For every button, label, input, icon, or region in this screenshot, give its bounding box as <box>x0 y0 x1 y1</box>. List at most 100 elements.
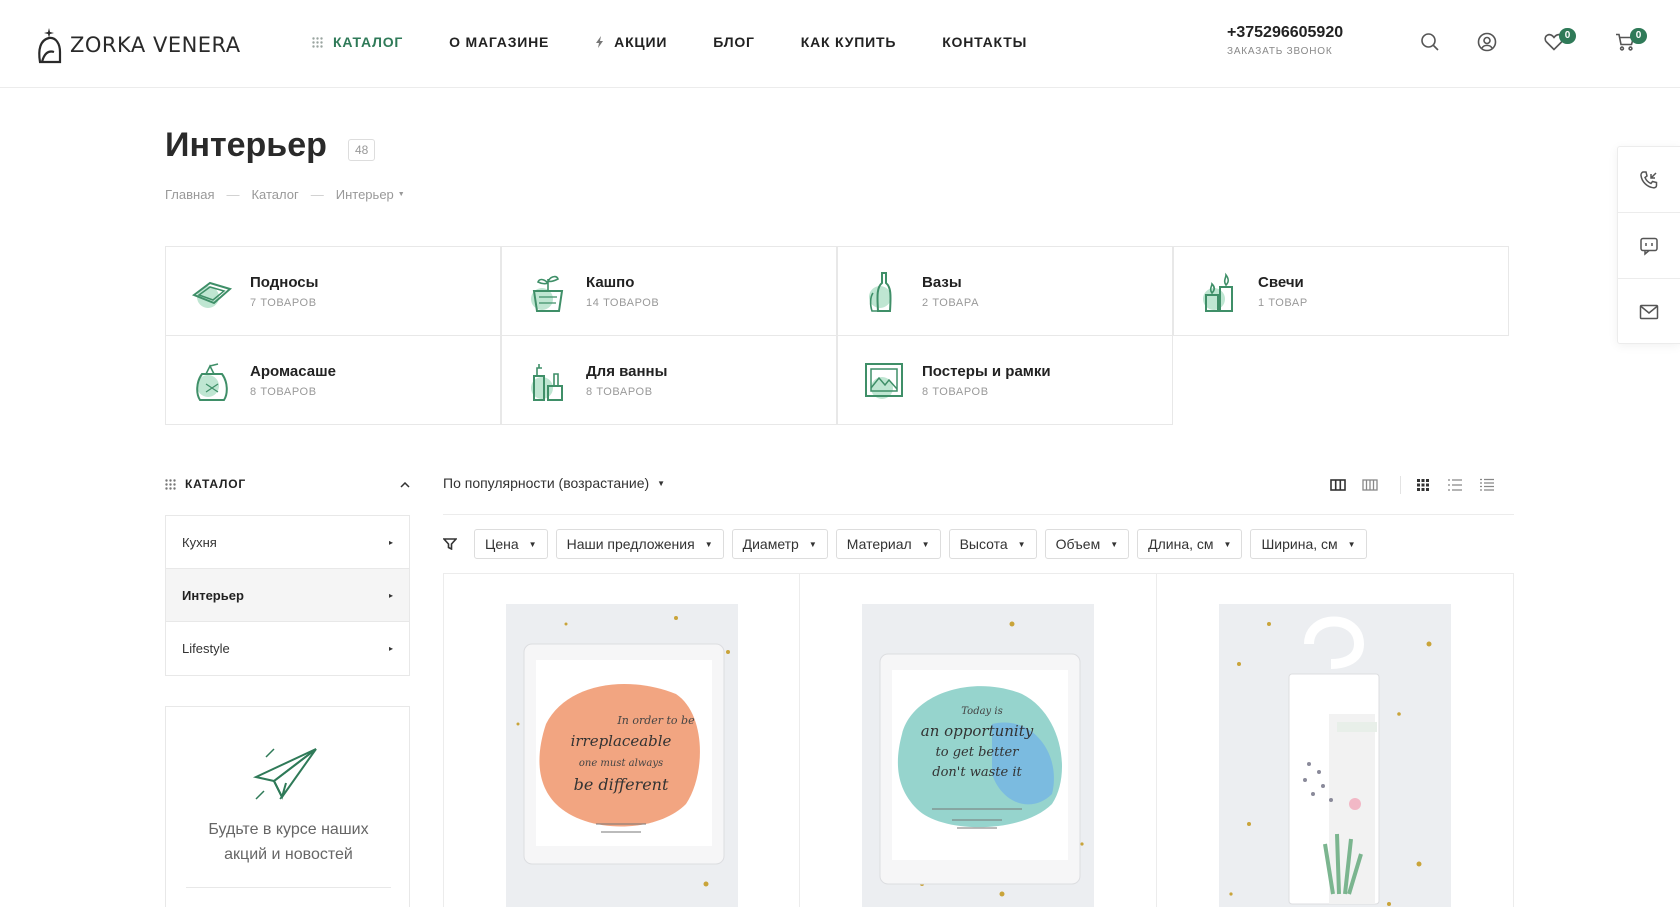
divider <box>186 887 391 888</box>
sort-label: По популярности (возрастание) <box>443 475 650 491</box>
filter-label: Высота <box>959 536 1008 552</box>
view-table-icon[interactable] <box>1479 478 1495 492</box>
subscribe-text-line2: акций и новостей <box>224 846 353 863</box>
category-tile-vases[interactable]: Вазы 2 ТОВАРА <box>837 246 1173 336</box>
chevron-down-icon: ▼ <box>397 191 405 198</box>
card-text: to get better <box>936 745 1020 760</box>
heart-icon[interactable]: 0 <box>1542 28 1576 54</box>
chevron-up-icon[interactable] <box>400 475 410 493</box>
filter-offers[interactable]: Наши предложения ▼ <box>555 529 724 559</box>
phone-number[interactable]: +375296605920 <box>1227 24 1343 42</box>
breadcrumb-home[interactable]: Главная <box>165 187 214 202</box>
view-small-tiles-icon[interactable] <box>1362 478 1378 492</box>
nav-contacts[interactable]: КОНТАКТЫ <box>942 34 1027 50</box>
product-image[interactable]: Today is an opportunity to get better do… <box>862 604 1095 907</box>
view-large-tiles-icon[interactable] <box>1330 478 1346 492</box>
nav-catalog[interactable]: КАТАЛОГ <box>312 34 403 50</box>
category-tile-bath[interactable]: Для ванны 8 ТОВАРОВ <box>501 335 837 425</box>
nav-promotions[interactable]: АКЦИИ <box>595 34 667 50</box>
category-name: Свечи <box>1258 273 1304 291</box>
sidebar-item-lifestyle[interactable]: Lifestyle ▸ <box>166 622 409 675</box>
filter-label: Материал <box>846 536 912 552</box>
sort-dropdown[interactable]: По популярности (возрастание) ▼ <box>443 475 665 491</box>
bath-icon <box>524 356 572 404</box>
chevron-down-icon: ▼ <box>1347 539 1356 549</box>
view-grid-icon[interactable] <box>1415 478 1431 492</box>
nav-blog[interactable]: БЛОГ <box>713 34 755 50</box>
search-icon[interactable] <box>1418 30 1442 54</box>
category-count: 1 ТОВАР <box>1258 296 1308 309</box>
subscribe-text-line1: Будьте в курсе наших <box>208 821 369 838</box>
filter-material[interactable]: Материал ▼ <box>835 529 941 559</box>
phone-block: +375296605920 ЗАКАЗАТЬ ЗВОНОК <box>1227 24 1343 57</box>
filter-diameter[interactable]: Диаметр ▼ <box>731 529 828 559</box>
breadcrumb-current[interactable]: Интерьер <box>336 187 394 202</box>
product-card[interactable]: In order to be irreplaceable one must al… <box>444 574 801 907</box>
product-card[interactable]: Today is an opportunity to get better do… <box>800 574 1157 907</box>
nav-promotions-label: АКЦИИ <box>614 34 668 50</box>
category-tile-candles[interactable]: Свечи 1 ТОВАР <box>1173 246 1509 336</box>
logo[interactable]: ZORKA VENERA <box>34 26 241 64</box>
category-count: 8 ТОВАРОВ <box>586 385 653 398</box>
mail-icon <box>1639 304 1659 320</box>
poster-icon <box>860 356 908 404</box>
vase-icon <box>860 267 908 315</box>
card-text: don't waste it <box>933 765 1023 780</box>
category-tile-trays[interactable]: Подносы 7 ТОВАРОВ <box>165 246 501 336</box>
category-tile-planters[interactable]: Кашпо 14 ТОВАРОВ <box>501 246 837 336</box>
breadcrumb-catalog[interactable]: Каталог <box>251 187 298 202</box>
chat-button[interactable] <box>1618 213 1680 279</box>
category-count: 2 ТОВАРА <box>922 296 980 309</box>
category-tile-aroma-sachets[interactable]: Аромасаше 8 ТОВАРОВ <box>165 335 501 425</box>
view-list-icon[interactable] <box>1447 478 1463 492</box>
callback-button[interactable] <box>1618 147 1680 213</box>
chevron-down-icon: ▼ <box>528 539 537 549</box>
category-name: Для ванны <box>586 362 668 380</box>
card-text: one must always <box>579 758 663 769</box>
view-toggles <box>1330 476 1511 494</box>
nav-about-label: О МАГАЗИНЕ <box>449 34 550 50</box>
sidebar-item-label: Lifestyle <box>182 641 230 656</box>
nav-blog-label: БЛОГ <box>713 34 755 50</box>
chevron-down-icon: ▼ <box>1223 539 1232 549</box>
chat-icon <box>1640 237 1658 256</box>
divider <box>1400 476 1401 494</box>
wishlist-count-badge: 0 <box>1559 28 1576 44</box>
category-count: 14 ТОВАРОВ <box>586 296 660 309</box>
main-nav: КАТАЛОГ О МАГАЗИНЕ АКЦИИ БЛОГ КАК КУПИТЬ… <box>312 34 1073 50</box>
cart-icon[interactable]: 0 <box>1613 28 1647 54</box>
header-actions: 0 0 <box>1418 28 1670 54</box>
category-tile-posters[interactable]: Постеры и рамки 8 ТОВАРОВ <box>837 335 1173 425</box>
sidebar-item-label: Кухня <box>182 534 217 550</box>
card-text: In order to be <box>616 714 695 727</box>
filter-price[interactable]: Цена ▼ <box>474 529 548 559</box>
user-icon[interactable] <box>1475 30 1499 54</box>
category-name: Вазы <box>922 273 962 291</box>
floating-contact-panel <box>1617 146 1680 344</box>
category-name: Постеры и рамки <box>922 362 1051 380</box>
filter-width[interactable]: Ширина, см ▼ <box>1250 529 1367 559</box>
chevron-right-icon: ▸ <box>388 590 393 600</box>
product-card[interactable] <box>1157 574 1513 907</box>
chevron-down-icon: ▼ <box>1110 539 1119 549</box>
chevron-down-icon: ▼ <box>704 539 713 549</box>
filter-label: Наши предложения <box>566 536 695 552</box>
filter-volume[interactable]: Объем ▼ <box>1044 529 1130 559</box>
product-image[interactable]: In order to be irreplaceable one must al… <box>506 604 738 907</box>
filter-height[interactable]: Высота ▼ <box>948 529 1037 559</box>
phone-callback-icon <box>1640 170 1658 189</box>
filter-label: Объем <box>1055 536 1101 552</box>
filter-label: Длина, см <box>1148 536 1214 552</box>
sidebar-item-interior[interactable]: Интерьер ▸ <box>166 569 409 622</box>
callback-link[interactable]: ЗАКАЗАТЬ ЗВОНОК <box>1227 46 1343 57</box>
sidebar-catalog-header[interactable]: КАТАЛОГ <box>165 475 410 493</box>
logo-icon <box>38 28 62 64</box>
nav-about[interactable]: О МАГАЗИНЕ <box>449 34 549 50</box>
filter-length[interactable]: Длина, см ▼ <box>1137 529 1243 559</box>
sidebar-item-kitchen[interactable]: Кухня ▸ <box>166 516 409 569</box>
nav-how-to-buy[interactable]: КАК КУПИТЬ <box>801 34 896 50</box>
filter-icon[interactable] <box>442 537 458 555</box>
email-button[interactable] <box>1618 279 1680 345</box>
product-image[interactable] <box>1218 604 1451 907</box>
category-count: 8 ТОВАРОВ <box>250 385 317 398</box>
